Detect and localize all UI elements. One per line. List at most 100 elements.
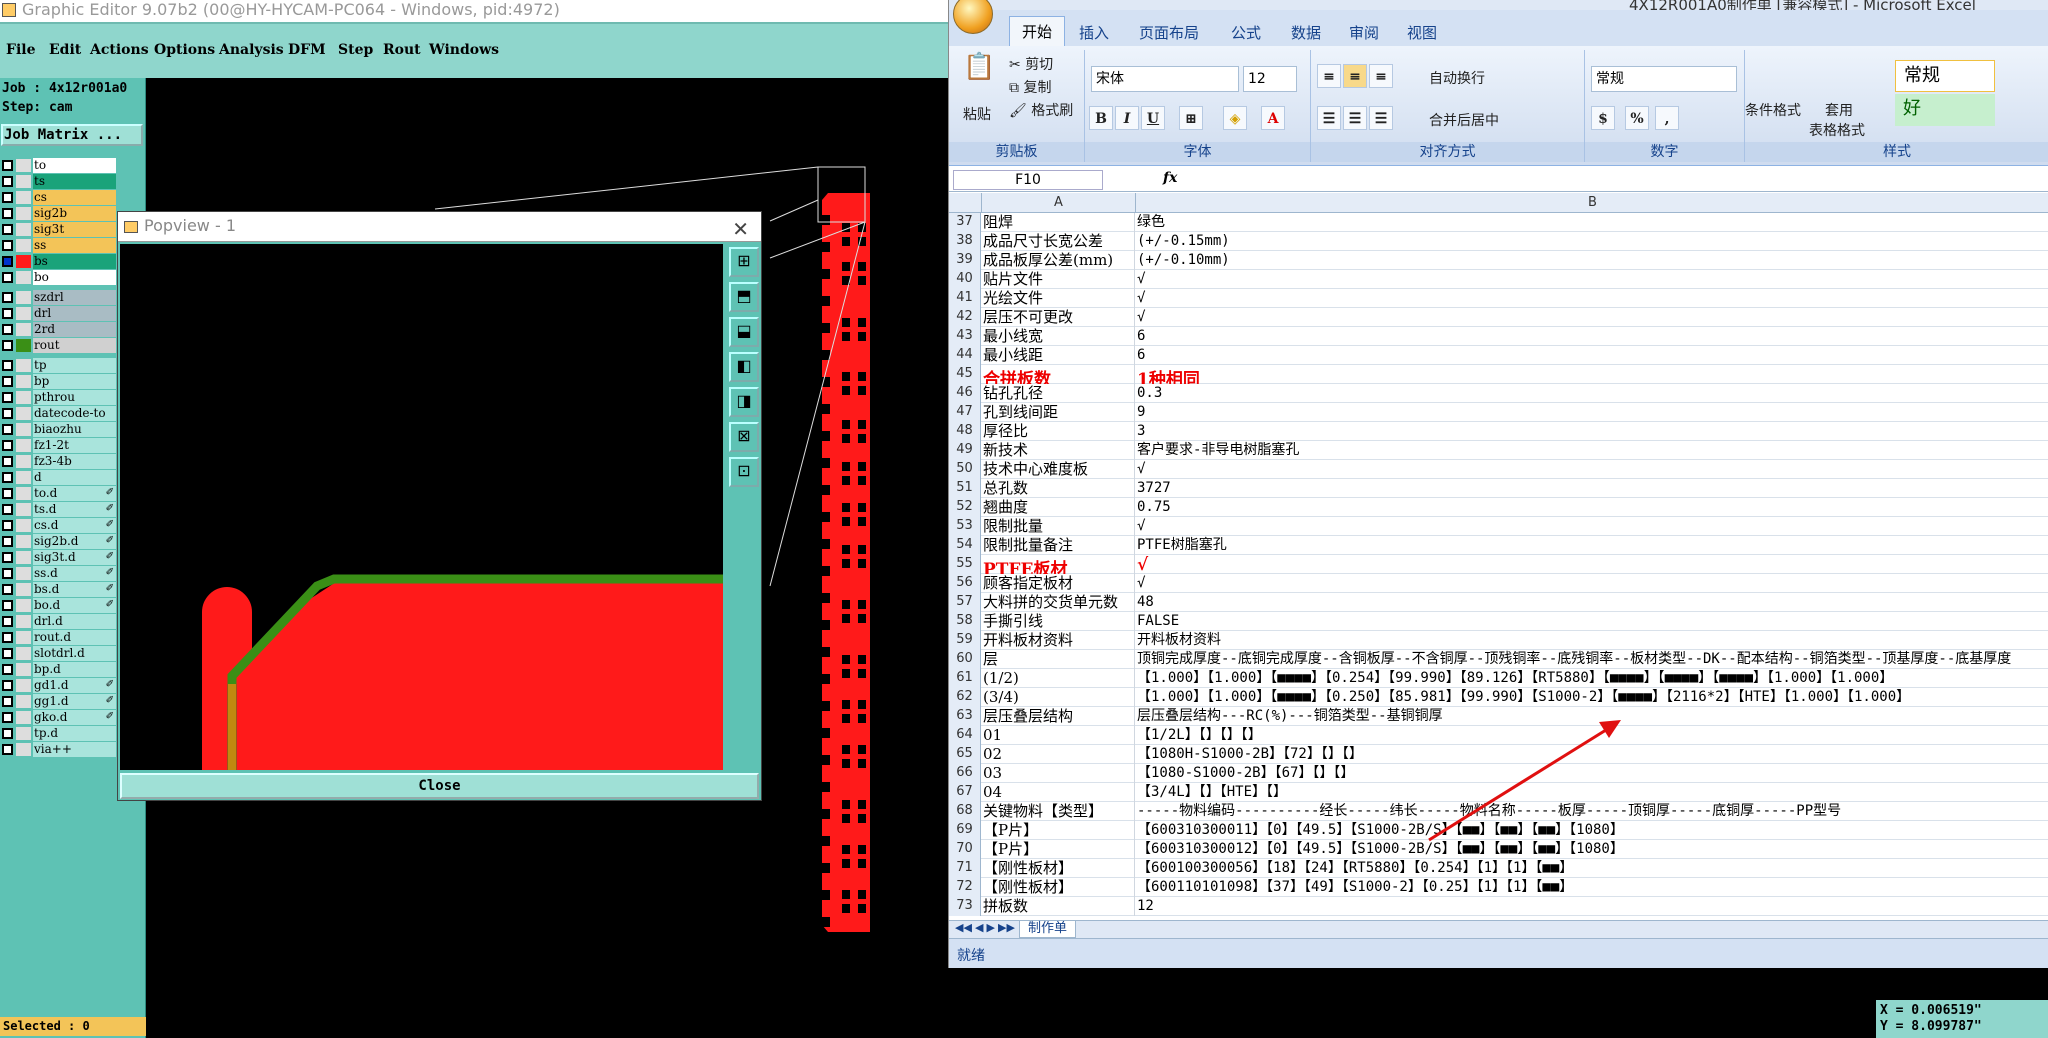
layer-name[interactable]: szdrl: [33, 290, 116, 305]
layer-color-swatch[interactable]: [16, 519, 31, 532]
cell-a[interactable]: 钻孔孔径: [983, 384, 1135, 403]
layer-name[interactable]: biaozhu: [33, 422, 116, 437]
layer-checkbox[interactable]: [2, 360, 13, 371]
tab-home[interactable]: 开始: [1009, 16, 1066, 46]
cell-b[interactable]: FALSE: [1137, 612, 2048, 631]
layer-row-drl-d[interactable]: drl.d: [0, 614, 118, 629]
layer-name[interactable]: gg1.d: [33, 694, 116, 709]
cell-b[interactable]: √: [1137, 460, 2048, 479]
layer-name[interactable]: sig2b: [33, 206, 116, 221]
layer-color-swatch[interactable]: [16, 679, 31, 692]
cell-b[interactable]: 0.75: [1137, 498, 2048, 517]
tab-formulas[interactable]: 公式: [1231, 22, 1261, 43]
layer-name[interactable]: pthrou: [33, 390, 116, 405]
layer-row-to-d[interactable]: to.d: [0, 486, 118, 501]
layer-color-swatch[interactable]: [16, 307, 31, 320]
cell-a[interactable]: 光绘文件: [983, 289, 1135, 308]
layer-checkbox[interactable]: [2, 224, 13, 235]
layer-name[interactable]: tp.d: [33, 726, 116, 741]
cell-b[interactable]: 【600100300056】【18】【24】【RT5880】【0.254】【1】…: [1137, 859, 2048, 878]
cell-a[interactable]: 开料板材资料: [983, 631, 1135, 650]
layer-name[interactable]: bs.d: [33, 582, 116, 597]
row-number[interactable]: 68: [949, 802, 981, 821]
cell-a[interactable]: (1/2): [983, 669, 1135, 688]
layer-row-fz3-4b[interactable]: fz3-4b: [0, 454, 118, 469]
font-size-select[interactable]: 12: [1243, 66, 1297, 92]
layer-row-fz1-2t[interactable]: fz1-2t: [0, 438, 118, 453]
row-number[interactable]: 54: [949, 536, 981, 555]
cell-a[interactable]: 03: [983, 764, 1135, 783]
popview-canvas[interactable]: [120, 244, 723, 770]
cell-a[interactable]: 【P片】: [983, 840, 1135, 859]
wrap-text-button[interactable]: 自动换行: [1429, 68, 1485, 88]
layer-checkbox[interactable]: [2, 240, 13, 251]
layer-color-swatch[interactable]: [16, 471, 31, 484]
layer-row-gg1-d[interactable]: gg1.d: [0, 694, 118, 709]
cell-b[interactable]: 层压叠层结构---RC(%)---铜箔类型--基铜铜厚: [1137, 707, 2048, 726]
menu-edit[interactable]: Edit: [49, 42, 81, 58]
layer-name[interactable]: drl.d: [33, 614, 116, 629]
row-number[interactable]: 72: [949, 878, 981, 897]
name-box[interactable]: F10: [953, 170, 1103, 190]
layer-checkbox[interactable]: [2, 408, 13, 419]
layer-color-swatch[interactable]: [16, 191, 31, 204]
cell-b[interactable]: √: [1137, 555, 2048, 574]
format-painter-button[interactable]: 🖌 格式刷: [1009, 100, 1073, 120]
layer-name[interactable]: 2rd: [33, 322, 116, 337]
cell-a[interactable]: 关键物料【类型】: [983, 802, 1135, 821]
row-number[interactable]: 47: [949, 403, 981, 422]
cell-b[interactable]: 【1.000】【1.000】【■■■■】【0.250】【85.981】【99.9…: [1137, 688, 2048, 707]
cell-a[interactable]: 层: [983, 650, 1135, 669]
cell-b[interactable]: 【1080H-S1000-2B】【72】【】【】: [1137, 745, 2048, 764]
cell-a[interactable]: 拼板数: [983, 897, 1135, 916]
row-number[interactable]: 43: [949, 327, 981, 346]
cell-b[interactable]: 48: [1137, 593, 2048, 612]
layer-row-datecode-to[interactable]: datecode-to: [0, 406, 118, 421]
tab-review[interactable]: 审阅: [1349, 22, 1379, 43]
row-number[interactable]: 48: [949, 422, 981, 441]
layer-checkbox[interactable]: [2, 520, 13, 531]
layer-color-swatch[interactable]: [16, 551, 31, 564]
layer-name[interactable]: gko.d: [33, 710, 116, 725]
layer-color-swatch[interactable]: [16, 583, 31, 596]
layer-name[interactable]: to: [33, 158, 116, 173]
cell-b[interactable]: 【600110101098】【37】【49】【S1000-2】【0.25】【1】…: [1137, 878, 2048, 897]
layer-name[interactable]: ss.d: [33, 566, 116, 581]
cell-b[interactable]: 顶铜完成厚度--底铜完成厚度--含铜板厚--不含铜厚--顶残铜率--底残铜率--…: [1137, 650, 2048, 669]
layer-color-swatch[interactable]: [16, 535, 31, 548]
cell-b[interactable]: (+/-0.15mm): [1137, 232, 2048, 251]
layer-row-to[interactable]: to: [0, 158, 118, 173]
row-number[interactable]: 70: [949, 840, 981, 859]
layer-row-sig3t[interactable]: sig3t: [0, 222, 118, 237]
layer-name[interactable]: bp.d: [33, 662, 116, 677]
fill-color-icon[interactable]: ◈: [1223, 106, 1247, 130]
layer-checkbox[interactable]: [2, 192, 13, 203]
menu-actions[interactable]: Actions: [90, 42, 149, 58]
layer-row-ss-d[interactable]: ss.d: [0, 566, 118, 581]
layer-checkbox[interactable]: [2, 340, 13, 351]
row-number[interactable]: 57: [949, 593, 981, 612]
layer-color-swatch[interactable]: [16, 223, 31, 236]
zoom-out-icon[interactable]: ⊠: [729, 422, 759, 452]
row-number[interactable]: 71: [949, 859, 981, 878]
cell-a[interactable]: 02: [983, 745, 1135, 764]
row-number[interactable]: 60: [949, 650, 981, 669]
layer-checkbox[interactable]: [2, 536, 13, 547]
cell-a[interactable]: 合拼板数: [983, 365, 1135, 384]
cell-b[interactable]: 【600310300011】【0】【49.5】【S1000-2B/S】【■■】【…: [1137, 821, 2048, 840]
layer-name[interactable]: ts.d: [33, 502, 116, 517]
layer-checkbox[interactable]: [2, 648, 13, 659]
cell-a[interactable]: PTFE板材: [983, 555, 1135, 574]
layer-row-via-[interactable]: via++: [0, 742, 118, 757]
cell-a[interactable]: 孔到线间距: [983, 403, 1135, 422]
layer-checkbox[interactable]: [2, 376, 13, 387]
layer-color-swatch[interactable]: [16, 271, 31, 284]
row-number[interactable]: 39: [949, 251, 981, 270]
cell-b[interactable]: √: [1137, 270, 2048, 289]
row-number[interactable]: 44: [949, 346, 981, 365]
layer-row-gd1-d[interactable]: gd1.d: [0, 678, 118, 693]
cell-b[interactable]: √: [1137, 308, 2048, 327]
layer-row-tp[interactable]: tp: [0, 358, 118, 373]
cell-b[interactable]: 【1.000】【1.000】【■■■■】【0.254】【99.990】【89.1…: [1137, 669, 2048, 688]
layer-color-swatch[interactable]: [16, 159, 31, 172]
